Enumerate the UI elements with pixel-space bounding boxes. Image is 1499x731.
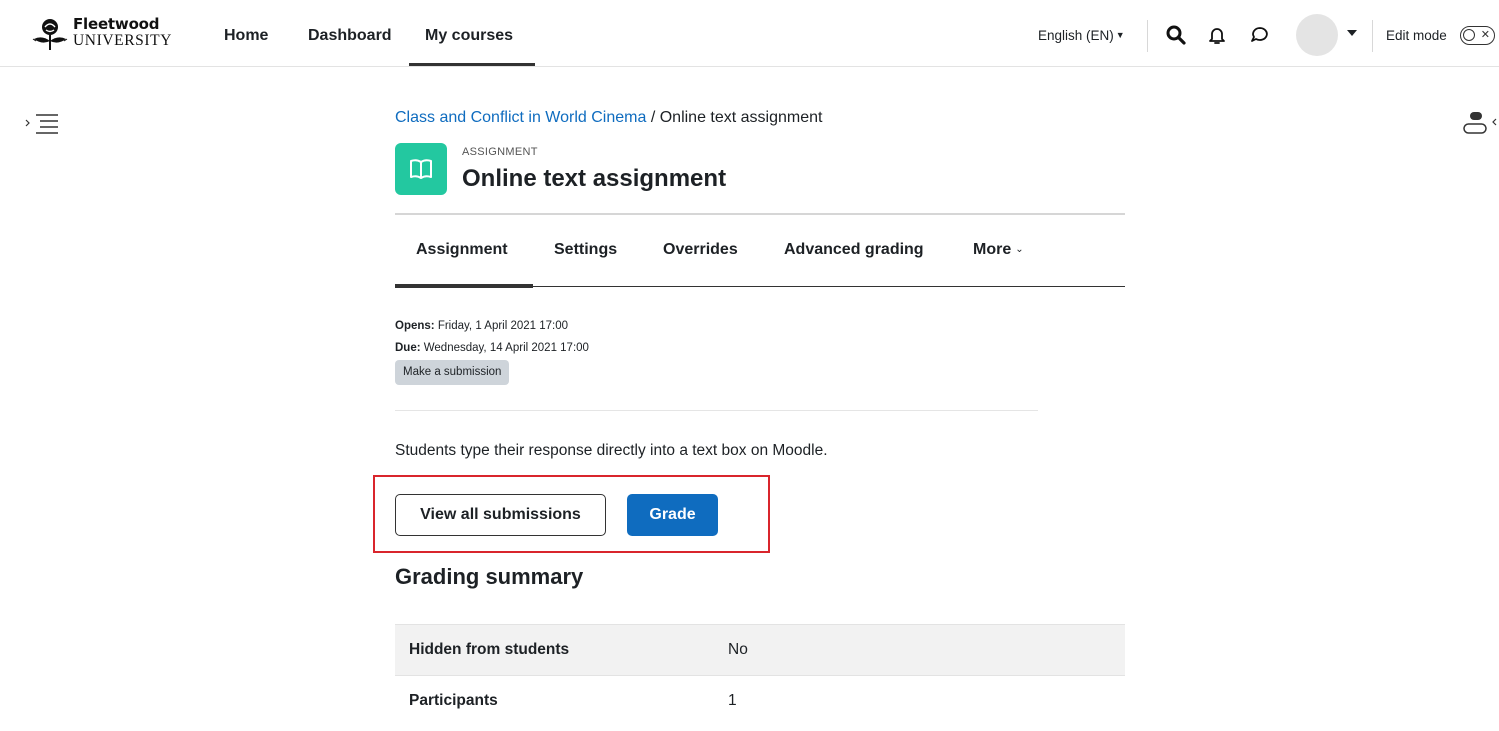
tab-active-indicator: [395, 284, 533, 288]
rose-logo-icon: [32, 19, 68, 50]
nav-divider: [1372, 20, 1373, 52]
list-icon: [36, 114, 58, 134]
chevron-down-icon: ⌄: [1015, 244, 1024, 255]
tab-assignment[interactable]: Assignment: [416, 241, 508, 259]
search-icon[interactable]: [1165, 24, 1187, 46]
breadcrumb-current: Online text assignment: [659, 109, 823, 126]
row-label: Hidden from students: [395, 624, 714, 676]
bell-icon[interactable]: [1206, 24, 1228, 46]
top-navbar: Fleetwood UNIVERSITY Home Dashboard My c…: [0, 0, 1499, 67]
secondary-navigation: Assignment Settings Overrides Advanced g…: [395, 213, 1125, 288]
brand-subtitle: UNIVERSITY: [73, 32, 172, 49]
tab-more[interactable]: More ⌄: [973, 241, 1024, 259]
language-menu[interactable]: English (EN) ▼: [1038, 28, 1125, 43]
block-drawer-toggle[interactable]: [1462, 110, 1498, 136]
row-label: Participants: [395, 675, 714, 727]
page-title: Online text assignment: [462, 165, 727, 192]
opens-value: Friday, 1 April 2021 17:00: [437, 320, 569, 332]
brand-name: Fleetwood: [73, 15, 160, 33]
table-row: Hidden from students No: [395, 624, 1125, 676]
assignment-description: Students type their response directly in…: [395, 442, 828, 459]
opens-date: Opens: Friday, 1 April 2021 17:00: [395, 315, 589, 337]
make-submission-button[interactable]: Make a submission: [395, 360, 510, 385]
due-value: Wednesday, 14 April 2021 17:00: [423, 342, 589, 354]
tab-overrides[interactable]: Overrides: [663, 241, 738, 259]
course-index-toggle[interactable]: [24, 111, 62, 137]
opens-label: Opens:: [395, 320, 435, 332]
close-icon: ✕: [1480, 29, 1490, 41]
activity-type-label: ASSIGNMENT: [462, 146, 538, 158]
row-value: No: [714, 624, 1125, 676]
tab-more-label: More: [973, 241, 1012, 258]
language-label: English (EN): [1038, 28, 1114, 43]
nav-dashboard[interactable]: Dashboard: [308, 27, 392, 45]
tab-advanced-grading[interactable]: Advanced grading: [784, 241, 924, 259]
assignment-module-icon: [395, 143, 447, 195]
divider: [395, 410, 1038, 411]
activity-dates: Opens: Friday, 1 April 2021 17:00 Due: W…: [395, 315, 589, 359]
user-avatar[interactable]: [1296, 14, 1338, 56]
book-icon: [410, 159, 432, 179]
due-date: Due: Wednesday, 14 April 2021 17:00: [395, 337, 589, 359]
table-row: Participants 1: [395, 675, 1125, 727]
row-value: 1: [714, 675, 1125, 727]
site-logo[interactable]: Fleetwood UNIVERSITY: [31, 17, 181, 53]
chat-icon[interactable]: [1249, 24, 1271, 46]
breadcrumb-separator: /: [650, 109, 656, 126]
nav-home[interactable]: Home: [224, 27, 268, 45]
breadcrumb-course-link[interactable]: Class and Conflict in World Cinema: [395, 109, 646, 126]
grade-button[interactable]: Grade: [627, 494, 718, 536]
view-all-submissions-button[interactable]: View all submissions: [395, 494, 606, 536]
edit-mode-label: Edit mode: [1386, 28, 1447, 43]
breadcrumb: Class and Conflict in World Cinema / Onl…: [395, 109, 822, 127]
due-label: Due:: [395, 342, 421, 354]
caret-down-icon: ▼: [1115, 30, 1125, 40]
toggle-knob: [1463, 29, 1475, 41]
nav-active-indicator: [409, 63, 535, 66]
grading-summary-title: Grading summary: [395, 564, 584, 589]
edit-mode-toggle[interactable]: ✕: [1460, 26, 1495, 45]
nav-divider: [1147, 20, 1148, 52]
user-menu-caret-icon[interactable]: [1347, 30, 1357, 36]
tab-settings[interactable]: Settings: [554, 241, 617, 259]
grading-summary-table: Hidden from students No Participants 1: [395, 624, 1125, 727]
nav-my-courses[interactable]: My courses: [425, 27, 513, 45]
